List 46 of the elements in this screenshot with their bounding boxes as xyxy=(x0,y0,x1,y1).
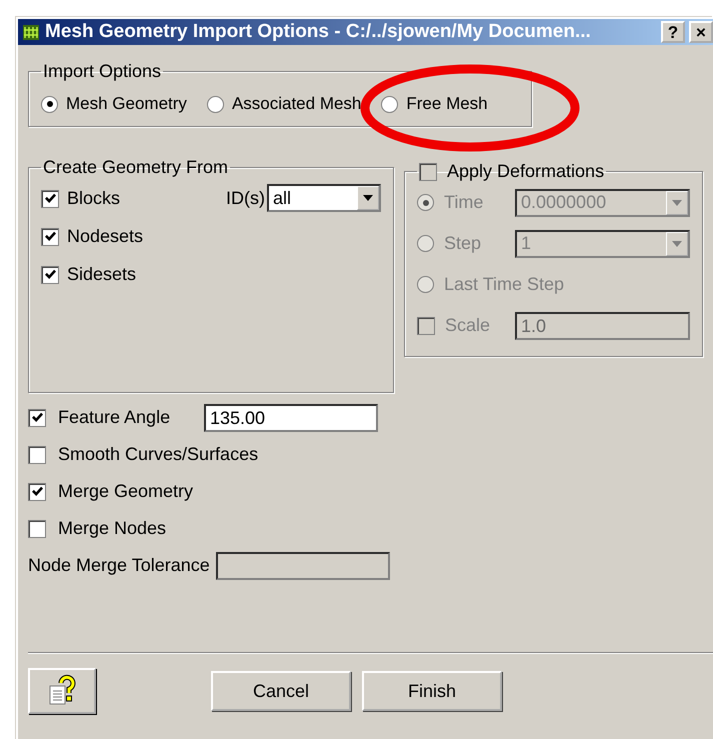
close-button[interactable]: × xyxy=(689,21,713,43)
option-label: Step xyxy=(444,233,482,254)
help-button[interactable]: ? xyxy=(661,21,685,43)
group-label: Import Options xyxy=(42,61,162,82)
cancel-button[interactable]: Cancel xyxy=(211,671,351,711)
window-title: Mesh Geometry Import Options - C:/../sjowen/My Documen... xyxy=(45,21,592,43)
app-icon xyxy=(21,22,41,42)
checkbox-label: Nodesets xyxy=(67,226,144,247)
option-label: Associated Mesh xyxy=(232,94,362,114)
finish-button[interactable]: Finish xyxy=(362,671,502,711)
checkbox-label: Smooth Curves/Surfaces xyxy=(58,444,258,465)
checkbox-label: Merge Nodes xyxy=(58,518,168,539)
option-label: Mesh Geometry xyxy=(66,94,187,114)
checkbox-label: Blocks xyxy=(67,188,120,209)
input-field[interactable]: 135.00 xyxy=(204,404,378,432)
checkbox[interactable] xyxy=(28,408,46,426)
checkbox[interactable] xyxy=(41,190,59,208)
dropdown-arrow-icon xyxy=(672,200,682,206)
checkmark-icon xyxy=(44,230,56,243)
checkmark-icon xyxy=(44,268,56,281)
checkbox-label: Feature Angle xyxy=(58,407,172,428)
group-label: Create Geometry From xyxy=(42,157,230,178)
ids-label: ID(s) xyxy=(226,188,265,208)
field-label: Node Merge Tolerance xyxy=(28,555,210,576)
dropdown-arrow-icon xyxy=(672,240,682,246)
dropdown-arrow-icon xyxy=(363,195,373,201)
ids-dropdown[interactable]: all xyxy=(267,184,381,212)
radio-button[interactable] xyxy=(381,96,398,112)
help-button[interactable] xyxy=(28,668,96,714)
checkmark-icon xyxy=(44,192,56,205)
checkbox[interactable] xyxy=(41,228,59,246)
checkmark-icon xyxy=(30,485,44,498)
radio-button[interactable] xyxy=(206,96,224,112)
radio-button[interactable] xyxy=(41,96,58,112)
checkbox-label: Sidesets xyxy=(67,264,136,285)
option-label: Time xyxy=(444,192,484,213)
checkbox[interactable] xyxy=(28,482,46,500)
checkbox[interactable] xyxy=(28,446,46,464)
checkbox[interactable] xyxy=(41,266,59,284)
option-label: Free Mesh xyxy=(406,94,488,114)
option-label: Scale xyxy=(445,315,492,336)
checkbox-label: Merge Geometry xyxy=(58,481,194,502)
checkbox[interactable] xyxy=(28,520,46,538)
group-label: Apply Deformations xyxy=(447,161,604,182)
option-label: Last Time Step xyxy=(444,274,564,295)
checkmark-icon xyxy=(30,411,44,424)
